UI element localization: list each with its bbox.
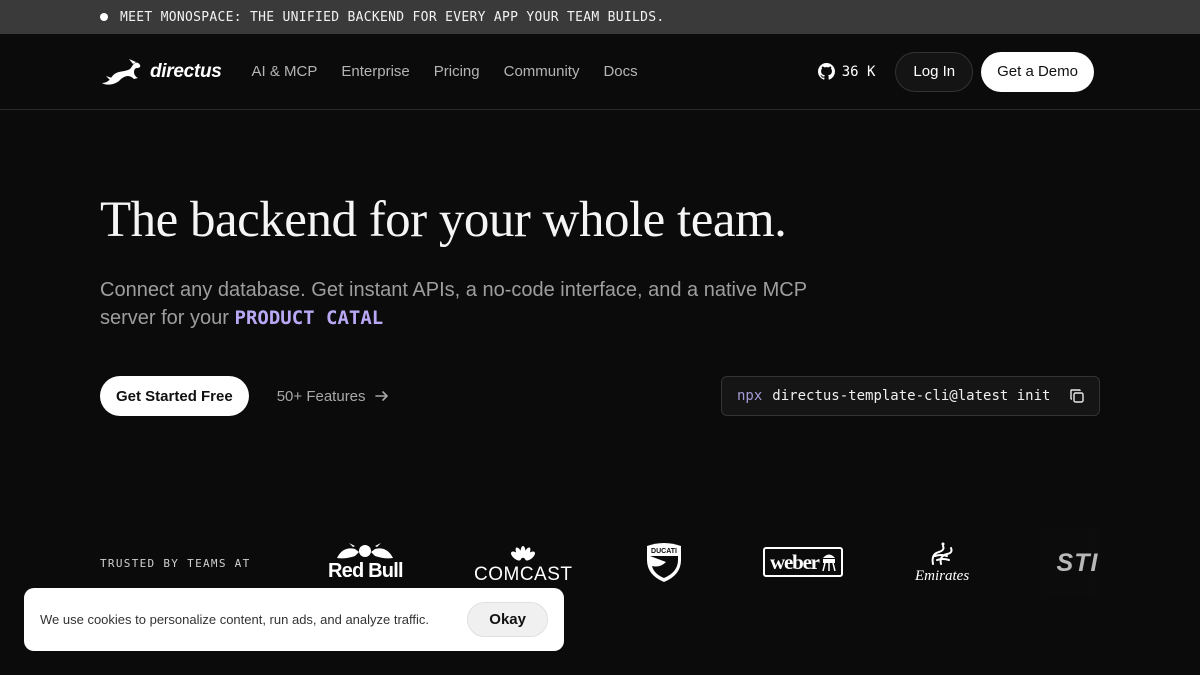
stihl-wordmark: STI <box>1056 548 1099 577</box>
weber-grill-icon <box>822 554 836 572</box>
comcast-peacock-icon <box>511 546 536 561</box>
features-link-label: 50+ Features <box>276 387 366 405</box>
announcement-banner[interactable]: MEET MONOSPACE: THE UNIFIED BACKEND FOR … <box>0 0 1200 34</box>
hero-subtitle-text: Connect any database. Get instant APIs, … <box>100 279 807 329</box>
hero-subtitle: Connect any database. Get instant APIs, … <box>100 276 820 332</box>
directus-rabbit-logo-icon <box>102 58 141 85</box>
cli-command: directus-template-cli@latest init <box>772 388 1051 404</box>
github-star-count: 36 K <box>841 63 876 80</box>
emirates-logo: Emirates <box>915 542 969 585</box>
arrow-right-icon <box>374 391 388 401</box>
copy-button[interactable] <box>1069 388 1085 404</box>
nav-item-community[interactable]: Community <box>504 63 580 80</box>
trusted-label: TRUSTED BY TEAMS AT <box>100 556 251 570</box>
hero-section: The backend for your whole team. Connect… <box>100 190 1100 332</box>
emirates-wordmark: Emirates <box>915 568 970 584</box>
weber-wordmark: weber <box>770 550 820 574</box>
ducati-logo: DUCATI <box>644 542 684 584</box>
features-link[interactable]: 50+ Features <box>277 388 390 405</box>
cli-command-box[interactable]: npx directus-template-cli@latest init <box>721 376 1100 416</box>
cookie-banner: We use cookies to personalize content, r… <box>24 588 564 651</box>
redbull-bulls-icon <box>337 543 394 559</box>
weber-logo: weber <box>763 547 843 577</box>
github-stars-link[interactable]: 36 K <box>817 63 876 80</box>
nav-links: AI & MCP Enterprise Pricing Community Do… <box>252 63 638 80</box>
redbull-logo: Red Bull <box>328 542 404 583</box>
redbull-wordmark: Red Bull <box>328 560 404 582</box>
get-started-button[interactable]: Get Started Free <box>100 376 249 416</box>
github-icon <box>817 63 835 80</box>
logo[interactable]: directus <box>100 58 222 86</box>
copy-icon <box>1070 389 1084 403</box>
nav-actions: 36 K Log In Get a Demo <box>817 51 1094 92</box>
banner-text[interactable]: MEET MONOSPACE: THE UNIFIED BACKEND FOR … <box>120 10 665 25</box>
comcast-logo: COMCAST <box>474 546 573 586</box>
weber-badge: weber <box>763 547 843 577</box>
emirates-calligraphy-icon <box>931 542 953 565</box>
stihl-logo: STI <box>1025 528 1100 598</box>
ducati-shield-icon: DUCATI <box>647 543 681 582</box>
cookie-text: We use cookies to personalize content, r… <box>40 612 430 627</box>
cookie-okay-button[interactable]: Okay <box>467 602 548 637</box>
hero-title: The backend for your whole team. <box>100 192 787 248</box>
cli-prefix: npx <box>737 388 763 404</box>
nav-item-docs[interactable]: Docs <box>603 63 637 80</box>
logo-wordmark: directus <box>150 60 222 82</box>
nav-item-ai-mcp[interactable]: AI & MCP <box>252 63 318 80</box>
svg-text:DUCATI: DUCATI <box>651 548 677 555</box>
top-navigation: directus AI & MCP Enterprise Pricing Com… <box>0 34 1200 110</box>
bullet-dot-icon <box>100 13 108 21</box>
nav-item-enterprise[interactable]: Enterprise <box>341 63 409 80</box>
cta-row: Get Started Free 50+ Features npx direct… <box>100 376 1100 416</box>
comcast-wordmark: COMCAST <box>474 564 573 585</box>
get-demo-button[interactable]: Get a Demo <box>981 51 1094 92</box>
nav-item-pricing[interactable]: Pricing <box>434 63 480 80</box>
login-button[interactable]: Log In <box>895 51 974 92</box>
typing-highlight: PRODUCT CATAL <box>234 307 384 329</box>
